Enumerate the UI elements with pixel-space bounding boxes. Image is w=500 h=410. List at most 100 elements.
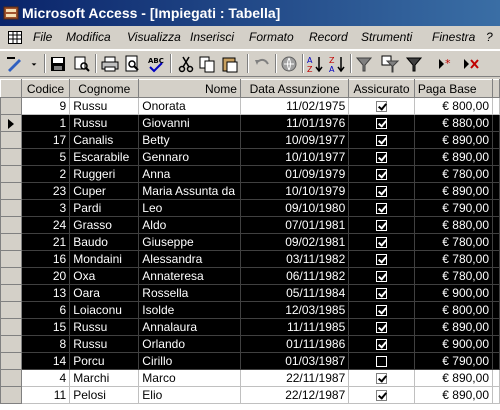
column-header-data-assunzione[interactable]: Data Assunzione [239, 79, 350, 98]
hyperlink-icon[interactable] [279, 54, 299, 74]
copy-icon[interactable] [197, 54, 217, 74]
cognome-cell[interactable]: Russu [69, 335, 140, 353]
row-selector-header[interactable] [0, 79, 22, 98]
menu-item-file[interactable]: File [33, 30, 52, 44]
row-selector[interactable] [0, 284, 22, 302]
table-row[interactable]: 13 Oara Rossella 05/11/1984 € 900,00 [0, 284, 500, 302]
assicurato-checkbox[interactable] [376, 254, 388, 266]
row-selector[interactable] [0, 386, 22, 404]
cognome-cell[interactable]: Russu [69, 114, 140, 132]
codice-cell[interactable]: 8 [20, 335, 71, 353]
cognome-cell[interactable]: Cuper [69, 182, 140, 200]
column-header-paga-base[interactable]: Paga Base [413, 79, 494, 98]
assicurato-cell[interactable] [348, 318, 415, 336]
assicurato-cell[interactable] [348, 369, 415, 387]
assicurato-checkbox[interactable] [376, 101, 388, 113]
column-header-cognome[interactable]: Cognome [69, 79, 140, 98]
search-icon[interactable] [72, 54, 92, 74]
cognome-cell[interactable]: Escarabile [69, 148, 140, 166]
cognome-cell[interactable]: Grasso [69, 216, 140, 234]
codice-cell[interactable]: 1 [20, 114, 71, 132]
assicurato-cell[interactable] [348, 386, 415, 404]
assicurato-cell[interactable] [348, 352, 415, 370]
nome-cell[interactable]: Orlando [138, 335, 241, 353]
table-row[interactable]: 8 Russu Orlando 01/11/1986 € 900,00 [0, 335, 500, 353]
cognome-cell[interactable]: Russu [69, 97, 140, 115]
row-selector[interactable] [0, 301, 22, 319]
table-row[interactable]: 11 Pelosi Elio 22/12/1987 € 890,00 [0, 386, 500, 404]
assicurato-cell[interactable] [348, 97, 415, 115]
cut-icon[interactable] [176, 54, 196, 74]
row-selector[interactable] [0, 182, 22, 200]
assicurato-cell[interactable] [348, 267, 415, 285]
data-assunzione-cell[interactable]: 01/09/1979 [239, 165, 350, 183]
filter-by-form-icon[interactable] [380, 54, 400, 74]
nome-cell[interactable]: Rossella [138, 284, 241, 302]
data-assunzione-cell[interactable]: 09/10/1980 [239, 199, 350, 217]
assicurato-checkbox[interactable] [376, 203, 388, 215]
save-icon[interactable] [48, 54, 68, 74]
table-row[interactable]: 4 Marchi Marco 22/11/1987 € 890,00 [0, 369, 500, 387]
nome-cell[interactable]: Giuseppe [138, 233, 241, 251]
assicurato-checkbox[interactable] [376, 152, 388, 164]
print-preview-icon[interactable] [122, 54, 142, 74]
paga-base-cell[interactable]: € 890,00 [413, 386, 494, 404]
undo-icon[interactable] [252, 54, 272, 74]
sort-descending-icon[interactable]: ZA [328, 54, 348, 74]
menu-item-visualizza[interactable]: Visualizza [127, 30, 181, 44]
assicurato-cell[interactable] [348, 131, 415, 149]
codice-cell[interactable]: 5 [20, 148, 71, 166]
nome-cell[interactable]: Gennaro [138, 148, 241, 166]
menu-item-formato[interactable]: Formato [249, 30, 294, 44]
menu-item-record[interactable]: Record [309, 30, 348, 44]
assicurato-cell[interactable] [348, 114, 415, 132]
table-row[interactable]: 21 Baudo Giuseppe 09/02/1981 € 780,00 [0, 233, 500, 251]
menu-item-finestra[interactable]: Finestra [432, 30, 475, 44]
nome-cell[interactable]: Aldo [138, 216, 241, 234]
assicurato-checkbox[interactable] [376, 169, 388, 181]
assicurato-checkbox[interactable] [376, 271, 388, 283]
filter-by-selection-icon[interactable] [354, 54, 374, 74]
table-row[interactable]: 2 Ruggeri Anna 01/09/1979 € 780,00 [0, 165, 500, 183]
column-header-nome[interactable]: Nome [138, 79, 241, 98]
cognome-cell[interactable]: Mondaini [69, 250, 140, 268]
assicurato-cell[interactable] [348, 216, 415, 234]
nome-cell[interactable]: Leo [138, 199, 241, 217]
paga-base-cell[interactable]: € 890,00 [413, 148, 494, 166]
nome-cell[interactable]: Giovanni [138, 114, 241, 132]
paga-base-cell[interactable]: € 790,00 [413, 352, 494, 370]
paga-base-cell[interactable]: € 780,00 [413, 250, 494, 268]
row-selector[interactable] [0, 352, 22, 370]
access-app-icon[interactable] [3, 5, 19, 21]
table-row[interactable]: 15 Russu Annalaura 11/11/1985 € 890,00 [0, 318, 500, 336]
nome-cell[interactable]: Onorata [138, 97, 241, 115]
paga-base-cell[interactable]: € 800,00 [413, 97, 494, 115]
assicurato-checkbox[interactable] [376, 118, 388, 130]
menu-item-strumenti[interactable]: Strumenti [361, 30, 412, 44]
codice-cell[interactable]: 4 [20, 369, 71, 387]
paga-base-cell[interactable]: € 880,00 [413, 216, 494, 234]
sort-ascending-icon[interactable]: AZ [306, 54, 326, 74]
cognome-cell[interactable]: Pardi [69, 199, 140, 217]
column-header-codice[interactable]: Codice [20, 79, 71, 98]
spell-check-icon[interactable]: ABC [146, 54, 166, 74]
paga-base-cell[interactable]: € 780,00 [413, 165, 494, 183]
codice-cell[interactable]: 6 [20, 301, 71, 319]
table-row[interactable]: 23 Cuper Maria Assunta da 10/10/1979 € 890,0… [0, 182, 500, 200]
cognome-cell[interactable]: Porcu [69, 352, 140, 370]
nome-cell[interactable]: Isolde [138, 301, 241, 319]
assicurato-cell[interactable] [348, 250, 415, 268]
codice-cell[interactable]: 23 [20, 182, 71, 200]
codice-cell[interactable]: 17 [20, 131, 71, 149]
paga-base-cell[interactable]: € 890,00 [413, 318, 494, 336]
paga-base-cell[interactable]: € 880,00 [413, 114, 494, 132]
cognome-cell[interactable]: Oxa [69, 267, 140, 285]
assicurato-cell[interactable] [348, 335, 415, 353]
paga-base-cell[interactable]: € 890,00 [413, 182, 494, 200]
row-selector[interactable] [0, 216, 22, 234]
data-assunzione-cell[interactable]: 01/03/1987 [239, 352, 350, 370]
cognome-cell[interactable]: Pelosi [69, 386, 140, 404]
assicurato-checkbox[interactable] [376, 322, 388, 334]
new-record-icon[interactable]: * [436, 54, 456, 74]
row-selector[interactable] [0, 199, 22, 217]
